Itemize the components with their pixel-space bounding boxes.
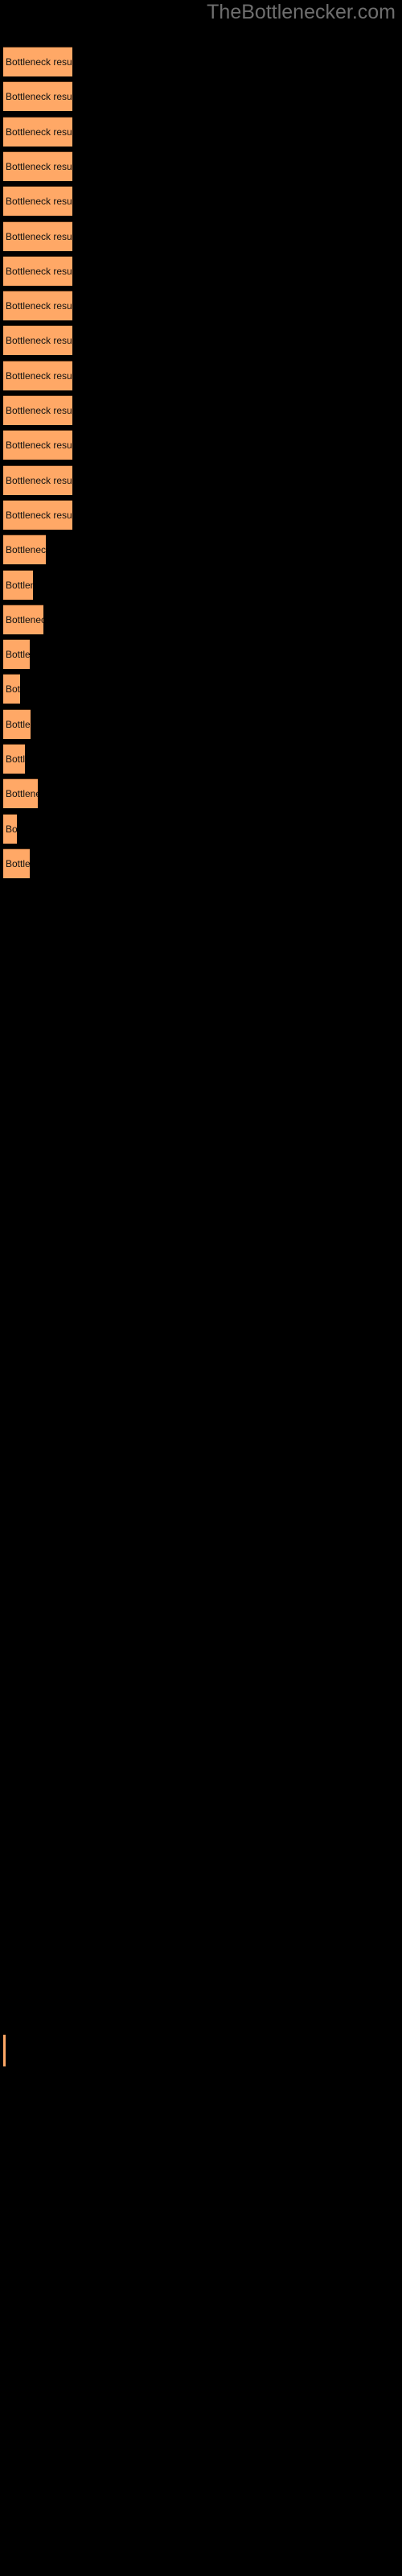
bar-label: Bottleneck result xyxy=(6,544,46,556)
bar-8: Bottleneck result xyxy=(3,291,72,321)
bar-label: Bottleneck result xyxy=(6,91,72,103)
bar-label: Bottleneck result xyxy=(6,405,72,416)
bar-label: Bottleneck result xyxy=(6,753,25,765)
bar-23: Bottleneck result xyxy=(3,813,17,844)
bar-label: Bottleneck result xyxy=(6,857,30,869)
bar-22: Bottleneck result xyxy=(3,778,38,809)
bar-20: Bottleneck result xyxy=(3,708,31,739)
bar-1: Bottleneck result xyxy=(3,47,72,76)
bar-label: Bottleneck result xyxy=(6,649,30,661)
bar-label: Bottleneck result xyxy=(6,300,72,312)
bar-label: Bottleneck result xyxy=(6,718,31,730)
bar-18: Bottleneck result xyxy=(3,639,30,670)
bar-17: Bottleneck result xyxy=(3,604,43,634)
bar-19: Bottleneck result xyxy=(3,674,20,704)
bar-label: Bottleneck result xyxy=(6,579,33,591)
bar-4: Bottleneck result xyxy=(3,151,72,181)
bar-3: Bottleneck result xyxy=(3,116,72,147)
bar-24: Bottleneck result xyxy=(3,848,30,878)
bar-12: Bottleneck result xyxy=(3,430,72,460)
bar-11: Bottleneck result xyxy=(3,395,72,425)
bar-series-layer: Bottleneck result Bottleneck result Bottle… xyxy=(0,0,402,2576)
bar-15: Bottleneck result xyxy=(3,535,46,565)
bar-label: Bottleneck result xyxy=(6,265,72,277)
bar-16: Bottleneck result xyxy=(3,569,33,600)
bar-7: Bottleneck result xyxy=(3,255,72,286)
bar-6: Bottleneck result xyxy=(3,221,72,251)
bar-label: Bottleneck result xyxy=(6,335,72,347)
bar-13: Bottleneck result xyxy=(3,464,72,495)
bar-label: Bottleneck result xyxy=(6,126,72,138)
bar-21: Bottleneck result xyxy=(3,744,25,774)
bar-2: Bottleneck result xyxy=(3,81,72,112)
bottleneck-chart: TheBottlenecker.com Bottleneck result Bot… xyxy=(0,0,402,2576)
bar-14: Bottleneck result xyxy=(3,499,72,530)
bar-label: Bottleneck result xyxy=(6,474,72,486)
bar-label: Bottleneck result xyxy=(6,230,72,242)
bar-label: Bottleneck result xyxy=(6,160,72,172)
bar-label: Bottleneck result xyxy=(6,196,72,208)
bar-5: Bottleneck result xyxy=(3,186,72,217)
bar-label: Bottleneck result xyxy=(6,823,17,835)
bar-label: Bottleneck result xyxy=(6,683,20,696)
bar-label: Bottleneck result xyxy=(6,613,43,625)
bar-25: Bottleneck result xyxy=(3,2034,6,2067)
bar-label: Bottleneck result xyxy=(6,369,72,382)
bar-label: Bottleneck result xyxy=(6,509,72,521)
bar-label: Bottleneck result xyxy=(6,56,72,68)
bar-9: Bottleneck result xyxy=(3,325,72,356)
bar-label: Bottleneck result xyxy=(6,788,38,800)
bar-label: Bottleneck result xyxy=(6,440,72,452)
bar-10: Bottleneck result xyxy=(3,360,72,390)
